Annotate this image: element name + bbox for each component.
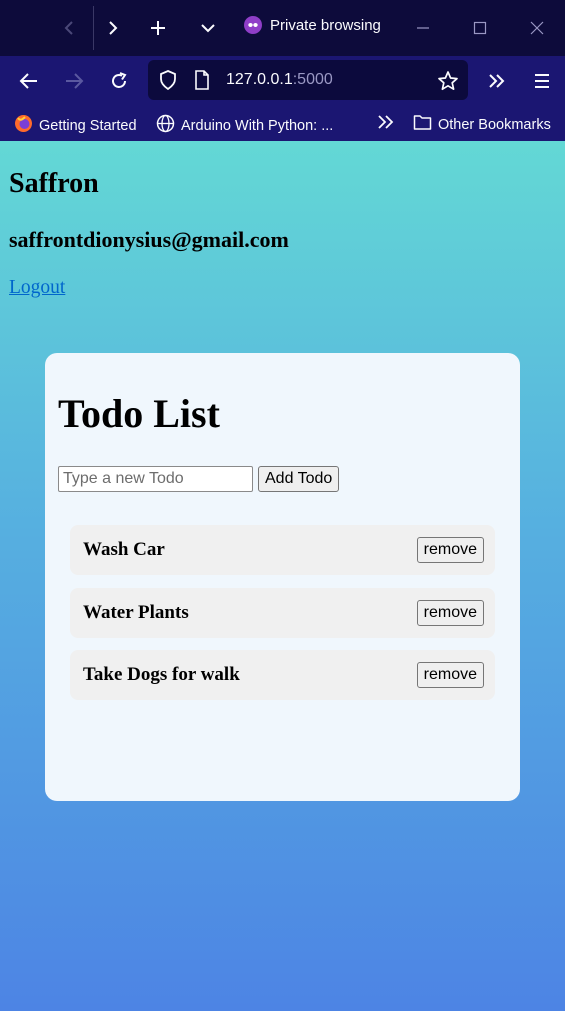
user-name: Saffron: [9, 168, 99, 199]
firefox-icon: [14, 114, 33, 137]
tab-scroll-left-icon[interactable]: [51, 10, 87, 46]
todo-item: Take Dogs for walk remove: [70, 650, 495, 700]
close-icon[interactable]: [519, 10, 555, 46]
bookmark-star-icon[interactable]: [430, 63, 466, 99]
todo-item-text: Water Plants: [83, 601, 189, 623]
todo-item-text: Take Dogs for walk: [83, 664, 240, 685]
user-email: saffrontdionysius@gmail.com: [9, 227, 289, 252]
todo-item: Wash Car remove: [70, 525, 495, 575]
private-mask-icon: [244, 16, 262, 34]
todo-item-text: Wash Car: [83, 539, 165, 560]
shield-icon[interactable]: [159, 70, 177, 95]
reload-icon[interactable]: [101, 63, 137, 99]
bookmark-getting-started[interactable]: Getting Started: [14, 114, 137, 137]
tab-separator: [93, 6, 94, 50]
remove-todo-button[interactable]: remove: [416, 537, 484, 563]
remove-todo-button[interactable]: remove: [416, 662, 484, 688]
private-browsing-indicator: Private browsing: [244, 16, 381, 34]
maximize-icon[interactable]: [462, 10, 498, 46]
new-tab-plus-icon[interactable]: [140, 10, 176, 46]
url-host: 127.0.0.1: [226, 71, 293, 88]
bookmarks-overflow-chevrons-icon[interactable]: [377, 114, 395, 130]
back-arrow-icon[interactable]: [11, 63, 47, 99]
forward-arrow-icon[interactable]: [56, 63, 92, 99]
logout-link[interactable]: Logout: [9, 277, 65, 299]
todo-title: Todo List: [58, 391, 220, 436]
other-bookmarks-label: Other Bookmarks: [438, 116, 551, 133]
page-info-icon[interactable]: [194, 70, 210, 95]
bookmarks-toolbar: Getting Started Arduino With Python: ...…: [0, 106, 565, 141]
url-bar[interactable]: 127.0.0.1:5000: [148, 60, 468, 100]
bookmark-label: Getting Started: [39, 117, 137, 134]
add-todo-button[interactable]: Add Todo: [258, 466, 340, 492]
hamburger-menu-icon[interactable]: [524, 63, 560, 99]
remove-todo-button[interactable]: remove: [416, 599, 484, 626]
url-text[interactable]: 127.0.0.1:5000: [226, 71, 333, 89]
private-browsing-label: Private browsing: [270, 16, 381, 34]
folder-icon: [413, 114, 432, 135]
todo-item: Water Plants remove: [70, 587, 495, 638]
url-port: :5000: [292, 71, 333, 88]
todo-input[interactable]: [58, 466, 253, 492]
navigation-toolbar: 127.0.0.1:5000: [0, 56, 565, 106]
window-titlebar: Private browsing: [0, 0, 565, 56]
list-tabs-chevron-down-icon[interactable]: [190, 10, 226, 46]
bookmark-arduino-python[interactable]: Arduino With Python: ...: [156, 114, 333, 137]
more-tools-chevrons-icon[interactable]: [479, 63, 515, 99]
page-content: Saffron saffrontdionysius@gmail.com Logo…: [0, 141, 565, 1011]
todo-card: Todo List Add Todo Wash Car remove Water…: [45, 353, 520, 801]
bookmark-label: Arduino With Python: ...: [181, 117, 334, 134]
tab-scroll-right-icon[interactable]: [95, 10, 131, 46]
globe-icon: [156, 114, 175, 137]
other-bookmarks[interactable]: Other Bookmarks: [413, 114, 551, 135]
minimize-icon[interactable]: [405, 10, 441, 46]
todo-list: Wash Car remove Water Plants remove Take…: [70, 525, 495, 713]
